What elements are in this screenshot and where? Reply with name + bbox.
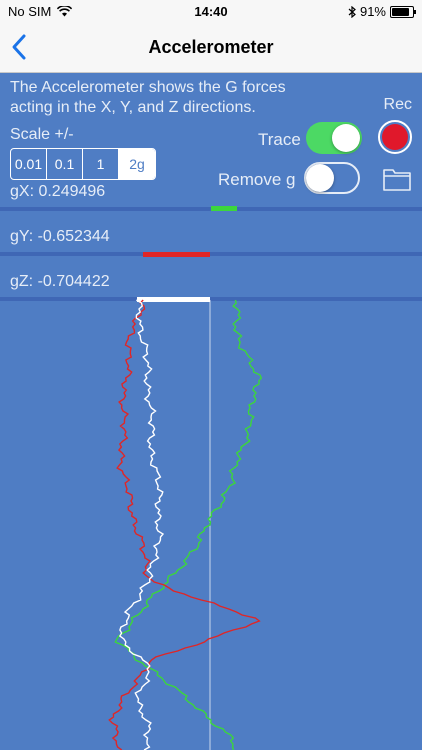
trace-graph bbox=[108, 206, 263, 750]
gx-bar bbox=[211, 206, 237, 211]
trace-line-x bbox=[114, 299, 263, 750]
gy-bar bbox=[143, 252, 210, 257]
trace-line-y bbox=[108, 299, 261, 750]
gz-bar bbox=[137, 297, 210, 302]
trace-line-z bbox=[118, 299, 165, 750]
